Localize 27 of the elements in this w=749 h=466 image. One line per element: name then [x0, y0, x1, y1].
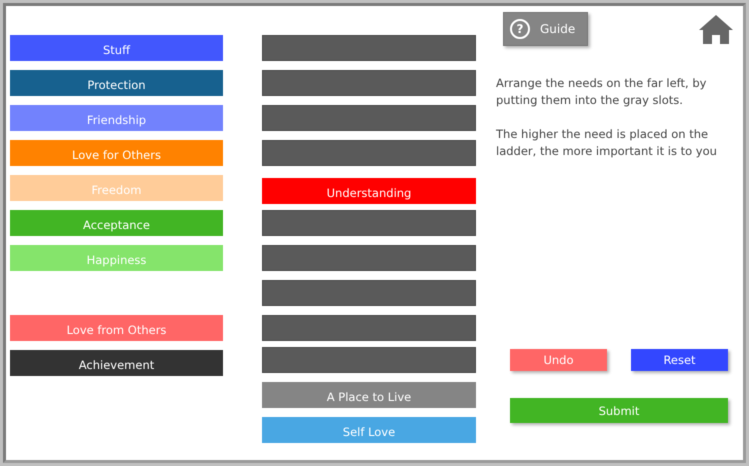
empty-slot[interactable] — [262, 35, 476, 61]
need-tile[interactable]: A Place to Live — [262, 382, 476, 408]
empty-slot[interactable] — [262, 210, 476, 236]
need-tile[interactable]: Achievement — [10, 350, 223, 376]
need-tile[interactable]: Acceptance — [10, 210, 223, 236]
need-tile[interactable]: Self Love — [262, 417, 476, 443]
need-tile[interactable]: Love from Others — [10, 315, 223, 341]
empty-slot[interactable] — [262, 70, 476, 96]
need-tile[interactable]: Friendship — [10, 105, 223, 131]
need-tile[interactable]: Protection — [10, 70, 223, 96]
instruction-text: The higher the need is placed on the ladder, the more important it is to you — [496, 126, 718, 160]
submit-button[interactable]: Submit — [510, 398, 728, 423]
instruction-text: Arrange the needs on the far left, by putting them into the gray slots. — [496, 75, 708, 109]
empty-slot[interactable] — [262, 280, 476, 306]
need-tile[interactable]: Stuff — [10, 35, 223, 61]
empty-slot[interactable] — [262, 347, 476, 373]
need-tile[interactable]: Love for Others — [10, 140, 223, 166]
empty-slot[interactable] — [262, 140, 476, 166]
home-icon[interactable] — [698, 14, 734, 44]
guide-button[interactable]: ? Guide — [503, 12, 588, 46]
empty-slot[interactable] — [262, 315, 476, 341]
reset-button[interactable]: Reset — [631, 349, 728, 371]
help-icon: ? — [510, 19, 530, 39]
empty-slot[interactable] — [262, 105, 476, 131]
empty-slot[interactable] — [262, 245, 476, 271]
undo-button[interactable]: Undo — [510, 349, 607, 371]
need-tile[interactable]: Understanding — [262, 178, 476, 204]
